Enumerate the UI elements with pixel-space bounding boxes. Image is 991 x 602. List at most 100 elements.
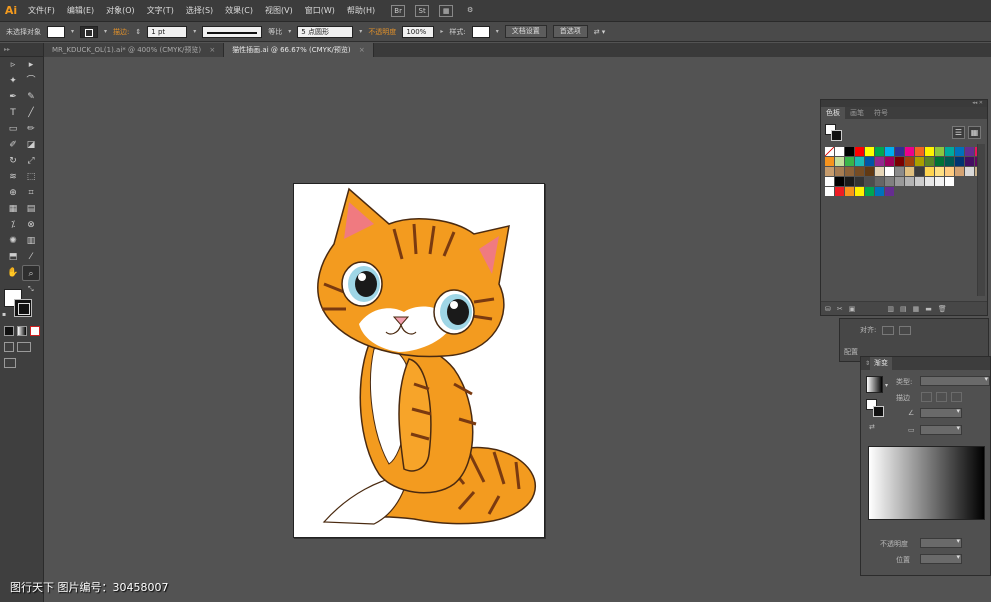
gradient-opacity-field[interactable] bbox=[920, 537, 962, 548]
pen-tool[interactable]: ✒ bbox=[4, 89, 22, 105]
stock-icon[interactable]: St bbox=[415, 4, 430, 17]
screen-mode-icon[interactable] bbox=[4, 358, 16, 368]
color-swatch[interactable] bbox=[925, 177, 934, 186]
menu-item-4[interactable]: 选择(S) bbox=[180, 0, 219, 22]
color-swatch[interactable] bbox=[895, 147, 904, 156]
color-swatch[interactable] bbox=[855, 157, 864, 166]
magic-wand-tool[interactable]: ✦ bbox=[4, 73, 22, 89]
reverse-gradient-icon[interactable]: ⇄ bbox=[869, 423, 875, 431]
color-swatch[interactable] bbox=[905, 147, 914, 156]
color-swatch[interactable] bbox=[825, 177, 834, 186]
color-swatch[interactable] bbox=[915, 147, 924, 156]
chevron-down-icon[interactable]: ▾ bbox=[496, 28, 499, 35]
color-swatch[interactable] bbox=[855, 147, 864, 156]
color-swatch[interactable] bbox=[875, 157, 884, 166]
color-swatch[interactable] bbox=[865, 147, 874, 156]
color-swatch[interactable] bbox=[865, 167, 874, 176]
color-swatch[interactable] bbox=[825, 157, 834, 166]
color-swatch[interactable] bbox=[845, 147, 854, 156]
line-tool[interactable]: ╱ bbox=[22, 105, 40, 121]
perspective-tool[interactable]: ⌗ bbox=[22, 185, 40, 201]
color-swatch[interactable] bbox=[895, 187, 904, 196]
tab-brushes[interactable]: 画笔 bbox=[845, 107, 869, 119]
color-swatch[interactable] bbox=[895, 157, 904, 166]
free-transform-tool[interactable]: ⬚ bbox=[22, 169, 40, 185]
color-icon[interactable] bbox=[4, 326, 14, 336]
color-swatch[interactable] bbox=[915, 177, 924, 186]
tab-document-2[interactable]: 猫性插画.ai @ 66.67% (CMYK/预览) × bbox=[224, 43, 374, 57]
color-swatch[interactable] bbox=[835, 177, 844, 186]
none-icon[interactable] bbox=[30, 326, 40, 336]
chevron-down-icon[interactable]: ▾ bbox=[193, 28, 196, 35]
color-swatch[interactable] bbox=[895, 167, 904, 176]
color-swatch[interactable] bbox=[915, 157, 924, 166]
stroke-gradient-button[interactable] bbox=[921, 392, 932, 402]
color-swatch[interactable] bbox=[835, 147, 844, 156]
pencil-tool[interactable]: ✐ bbox=[4, 137, 22, 153]
color-swatch[interactable] bbox=[945, 177, 954, 186]
artboard-tool[interactable]: ⬒ bbox=[4, 249, 22, 265]
panel-grip[interactable]: ◂◂ ✕ bbox=[821, 100, 987, 107]
new-color-group-icon[interactable]: ▤ bbox=[900, 305, 907, 313]
chevron-down-icon[interactable]: ▾ bbox=[104, 28, 107, 35]
menu-item-6[interactable]: 视图(V) bbox=[259, 0, 299, 22]
color-swatch[interactable] bbox=[945, 167, 954, 176]
stepper-icon[interactable]: ⇕ bbox=[135, 28, 141, 36]
color-swatch[interactable] bbox=[825, 167, 834, 176]
color-swatch[interactable] bbox=[875, 167, 884, 176]
new-swatch-icon[interactable]: ▦ bbox=[913, 305, 920, 313]
warp-tool[interactable]: ≋ bbox=[4, 169, 22, 185]
swatch-menu-icon[interactable]: ▬ bbox=[925, 305, 932, 313]
gradient-aspect-field[interactable] bbox=[920, 424, 962, 435]
opacity-field[interactable]: 100% bbox=[402, 25, 435, 38]
tab-document-1[interactable]: MR_KDUCK_OL(1).ai* @ 400% (CMYK/预览) × bbox=[44, 43, 225, 57]
swatches-scrollbar[interactable] bbox=[977, 144, 985, 296]
menu-item-3[interactable]: 文字(T) bbox=[141, 0, 180, 22]
color-swatch[interactable] bbox=[825, 187, 834, 196]
selection-tool[interactable]: ▹ bbox=[4, 57, 22, 73]
gradient-slider[interactable] bbox=[868, 446, 985, 520]
close-icon[interactable]: × bbox=[359, 46, 365, 54]
type-tool[interactable]: T bbox=[4, 105, 22, 121]
color-swatch[interactable] bbox=[905, 157, 914, 166]
color-swatch[interactable] bbox=[845, 167, 854, 176]
column-graph-tool[interactable]: ▥ bbox=[22, 233, 40, 249]
color-swatch[interactable] bbox=[855, 167, 864, 176]
list-view-icon[interactable]: ☰ bbox=[952, 126, 965, 139]
direct-selection-tool[interactable]: ▸ bbox=[22, 57, 40, 73]
stroke-label[interactable]: 描边: bbox=[113, 27, 129, 37]
chevron-right-icon[interactable]: ▸ bbox=[440, 28, 443, 35]
color-swatch[interactable] bbox=[885, 167, 894, 176]
color-swatch[interactable] bbox=[965, 167, 974, 176]
chevron-down-icon[interactable]: ▾ bbox=[288, 28, 291, 35]
document-setup-button[interactable]: 文档设置 bbox=[504, 25, 547, 38]
menu-item-1[interactable]: 编辑(E) bbox=[61, 0, 100, 22]
tab-swatches[interactable]: 色板 bbox=[821, 107, 845, 119]
delete-swatch-icon[interactable]: 🗑 bbox=[938, 305, 947, 313]
color-swatch[interactable] bbox=[835, 167, 844, 176]
stroke-color-box[interactable] bbox=[14, 299, 32, 317]
align-button[interactable] bbox=[898, 325, 911, 335]
color-swatch[interactable] bbox=[875, 177, 884, 186]
color-swatch[interactable] bbox=[945, 157, 954, 166]
lasso-tool[interactable]: ⌒ bbox=[22, 73, 40, 89]
color-swatch[interactable] bbox=[865, 177, 874, 186]
color-swatch[interactable] bbox=[855, 177, 864, 186]
color-swatch[interactable] bbox=[835, 187, 844, 196]
color-swatch[interactable] bbox=[965, 177, 974, 186]
draw-behind-icon[interactable] bbox=[17, 342, 31, 352]
chevron-down-icon[interactable]: ▾ bbox=[71, 28, 74, 35]
artboard[interactable] bbox=[293, 183, 545, 538]
close-icon[interactable]: × bbox=[209, 46, 215, 54]
menu-item-0[interactable]: 文件(F) bbox=[22, 0, 61, 22]
gradient-angle-field[interactable] bbox=[920, 407, 962, 418]
panel-grip[interactable]: ▸▸ bbox=[0, 43, 43, 57]
arrange-icon[interactable]: ⇄ ▾ bbox=[594, 28, 606, 36]
scale-tool[interactable]: ⤢ bbox=[22, 153, 40, 169]
color-swatch[interactable] bbox=[965, 157, 974, 166]
color-swatch[interactable] bbox=[845, 187, 854, 196]
menu-item-8[interactable]: 帮助(H) bbox=[341, 0, 381, 22]
stroke-weight-field[interactable]: 1 pt bbox=[147, 25, 188, 38]
shape-builder-tool[interactable]: ⊕ bbox=[4, 185, 22, 201]
color-swatch[interactable] bbox=[845, 157, 854, 166]
